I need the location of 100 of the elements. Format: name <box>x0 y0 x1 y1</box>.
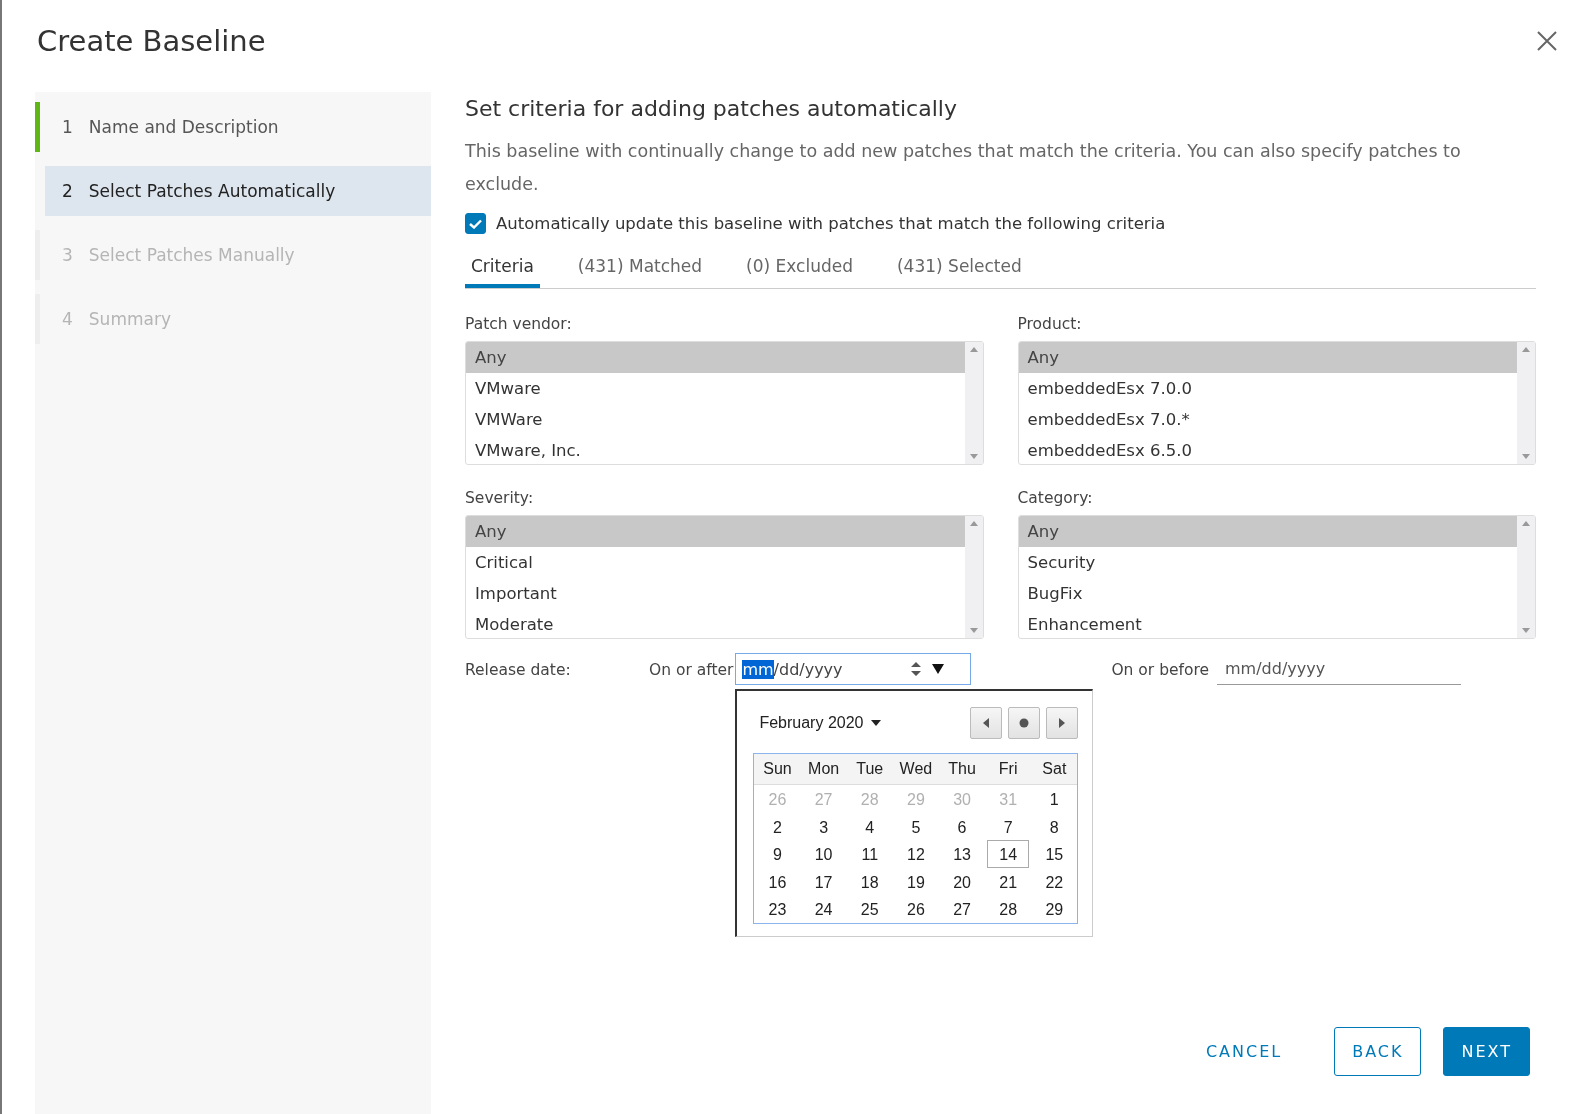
checkbox-label: Automatically update this baseline with patches that match the following criteria <box>496 214 1166 233</box>
weekday-header: Tue <box>846 754 893 785</box>
next-button[interactable]: NEXT <box>1443 1027 1530 1076</box>
calendar-day[interactable]: 16 <box>756 867 799 895</box>
calendar-day[interactable]: 26 <box>894 895 937 923</box>
left-triangle-icon <box>983 718 990 728</box>
list-option[interactable]: Moderate <box>466 609 965 638</box>
scrollbar[interactable] <box>1517 342 1535 464</box>
weekday-header: Sun <box>754 754 801 785</box>
list-option[interactable]: Any <box>466 516 965 547</box>
scroll-up-icon[interactable] <box>969 347 978 352</box>
calendar-day[interactable]: 27 <box>940 895 984 923</box>
calendar-day[interactable]: 11 <box>848 840 891 868</box>
calendar-day[interactable]: 21 <box>987 867 1030 895</box>
wizard-step[interactable]: 1 Name and Description <box>35 102 431 152</box>
scroll-down-icon[interactable] <box>1522 628 1530 633</box>
today-button[interactable] <box>1008 707 1041 739</box>
calendar-day[interactable]: 20 <box>940 867 984 895</box>
spinner-icon[interactable] <box>910 659 923 679</box>
checkbox[interactable] <box>465 213 486 234</box>
field-label: Patch vendor: <box>465 315 573 333</box>
calendar-day[interactable]: 14 <box>987 840 1030 868</box>
calendar-day[interactable]: 13 <box>940 840 984 868</box>
calendar-day[interactable]: 24 <box>802 895 845 923</box>
list-option[interactable]: VMware, Inc. <box>466 435 965 464</box>
section-heading: Set criteria for adding patches automatically <box>465 96 958 121</box>
list-box[interactable]: Any Critical Important Moderate <box>465 515 984 639</box>
calendar-day[interactable]: 8 <box>1033 812 1076 840</box>
weekday-header: Mon <box>800 754 847 785</box>
calendar-day[interactable]: 23 <box>756 895 799 923</box>
calendar-day[interactable]: 19 <box>894 867 937 895</box>
weekday-header: Sat <box>1031 754 1078 785</box>
list-option[interactable]: embeddedEsx 7.0.0 <box>1018 373 1517 404</box>
previous-button[interactable] <box>970 707 1003 739</box>
calendar-day[interactable]: 29 <box>1033 895 1076 923</box>
weekday-header: Thu <box>938 754 986 785</box>
scroll-down-icon[interactable] <box>969 454 978 459</box>
dialog-title: Create Baseline <box>37 24 266 58</box>
description-text: This baseline with continually change to add new patches that match the criteria. You can also specify patches to exclude. <box>465 140 1462 196</box>
list-box[interactable]: Any embeddedEsx 7.0.0 embeddedEsx 7.0.* embeddedEsx 6.5.0 <box>1017 341 1536 465</box>
field-label: Release date: <box>465 661 572 681</box>
list-option[interactable]: BugFix <box>1018 578 1517 609</box>
field-label: Product: <box>1017 315 1083 333</box>
scroll-up-icon[interactable] <box>969 521 978 526</box>
list-option[interactable]: Critical <box>466 547 965 578</box>
list-option[interactable]: Important <box>466 578 965 609</box>
calendar-day[interactable]: 9 <box>756 840 799 868</box>
tab[interactable]: (431) Matched <box>571 256 709 288</box>
tab[interactable]: (0) Excluded <box>740 256 859 288</box>
calendar-day[interactable]: 28 <box>987 895 1030 923</box>
scrollbar[interactable] <box>964 342 983 464</box>
calendar-day[interactable]: 12 <box>894 840 937 868</box>
scrollbar[interactable] <box>1517 516 1535 638</box>
caret-icon <box>871 720 882 726</box>
dropdown-icon[interactable] <box>932 664 945 674</box>
dot-icon <box>1019 718 1030 728</box>
list-option[interactable]: VMware <box>466 373 965 404</box>
list-option[interactable]: Any <box>1018 516 1517 547</box>
checkmark-icon <box>469 218 482 229</box>
list-box[interactable]: Any VMware VMWare VMware, Inc. <box>465 341 984 465</box>
calendar-day[interactable]: 25 <box>848 895 891 923</box>
back-button[interactable]: BACK <box>1334 1027 1422 1076</box>
field-label: Severity: <box>465 489 535 507</box>
weekday-header: Wed <box>892 754 939 785</box>
field-label: On or after <box>649 661 734 681</box>
calendar-day[interactable]: 18 <box>848 867 891 895</box>
calendar-day[interactable]: 22 <box>1033 867 1076 895</box>
scroll-up-icon[interactable] <box>1522 347 1530 352</box>
right-triangle-icon <box>1059 718 1066 728</box>
calendar-day[interactable]: 3 <box>802 812 845 840</box>
list-option[interactable]: embeddedEsx 7.0.* <box>1018 404 1517 435</box>
field-label: On or before <box>1111 661 1210 681</box>
wizard-step[interactable]: 2 Select Patches Automatically <box>45 166 431 216</box>
scroll-down-icon[interactable] <box>1522 454 1530 459</box>
next-button[interactable] <box>1046 707 1079 739</box>
calendar-day[interactable]: 17 <box>802 867 845 895</box>
scrollbar[interactable] <box>964 516 983 638</box>
calendar-day[interactable]: 1 <box>1033 785 1076 813</box>
list-option[interactable]: Enhancement <box>1018 609 1517 638</box>
list-box[interactable]: Any Security BugFix Enhancement <box>1017 515 1536 639</box>
list-option[interactable]: Security <box>1018 547 1517 578</box>
field-label: Category: <box>1017 489 1094 507</box>
weekday-header: Fri <box>985 754 1032 785</box>
month-selector[interactable]: February 2020 <box>753 714 888 732</box>
list-option[interactable]: Any <box>1018 342 1517 373</box>
calendar-day[interactable]: 15 <box>1033 840 1076 868</box>
scroll-down-icon[interactable] <box>969 628 978 633</box>
scroll-up-icon[interactable] <box>1522 521 1530 526</box>
list-option[interactable]: embeddedEsx 6.5.0 <box>1018 435 1517 464</box>
tab[interactable]: (431) Selected <box>890 256 1028 288</box>
calendar-day[interactable]: 7 <box>987 812 1030 840</box>
close-icon[interactable] <box>1536 30 1558 52</box>
calendar-day[interactable]: 5 <box>894 812 937 840</box>
calendar-day[interactable]: 2 <box>756 812 799 840</box>
calendar-day[interactable]: 10 <box>802 840 845 868</box>
tab[interactable]: Criteria <box>465 256 540 288</box>
calendar-day[interactable]: 6 <box>940 812 984 840</box>
calendar-day[interactable]: 4 <box>848 812 891 840</box>
list-option[interactable]: Any <box>466 342 965 373</box>
list-option[interactable]: VMWare <box>466 404 965 435</box>
